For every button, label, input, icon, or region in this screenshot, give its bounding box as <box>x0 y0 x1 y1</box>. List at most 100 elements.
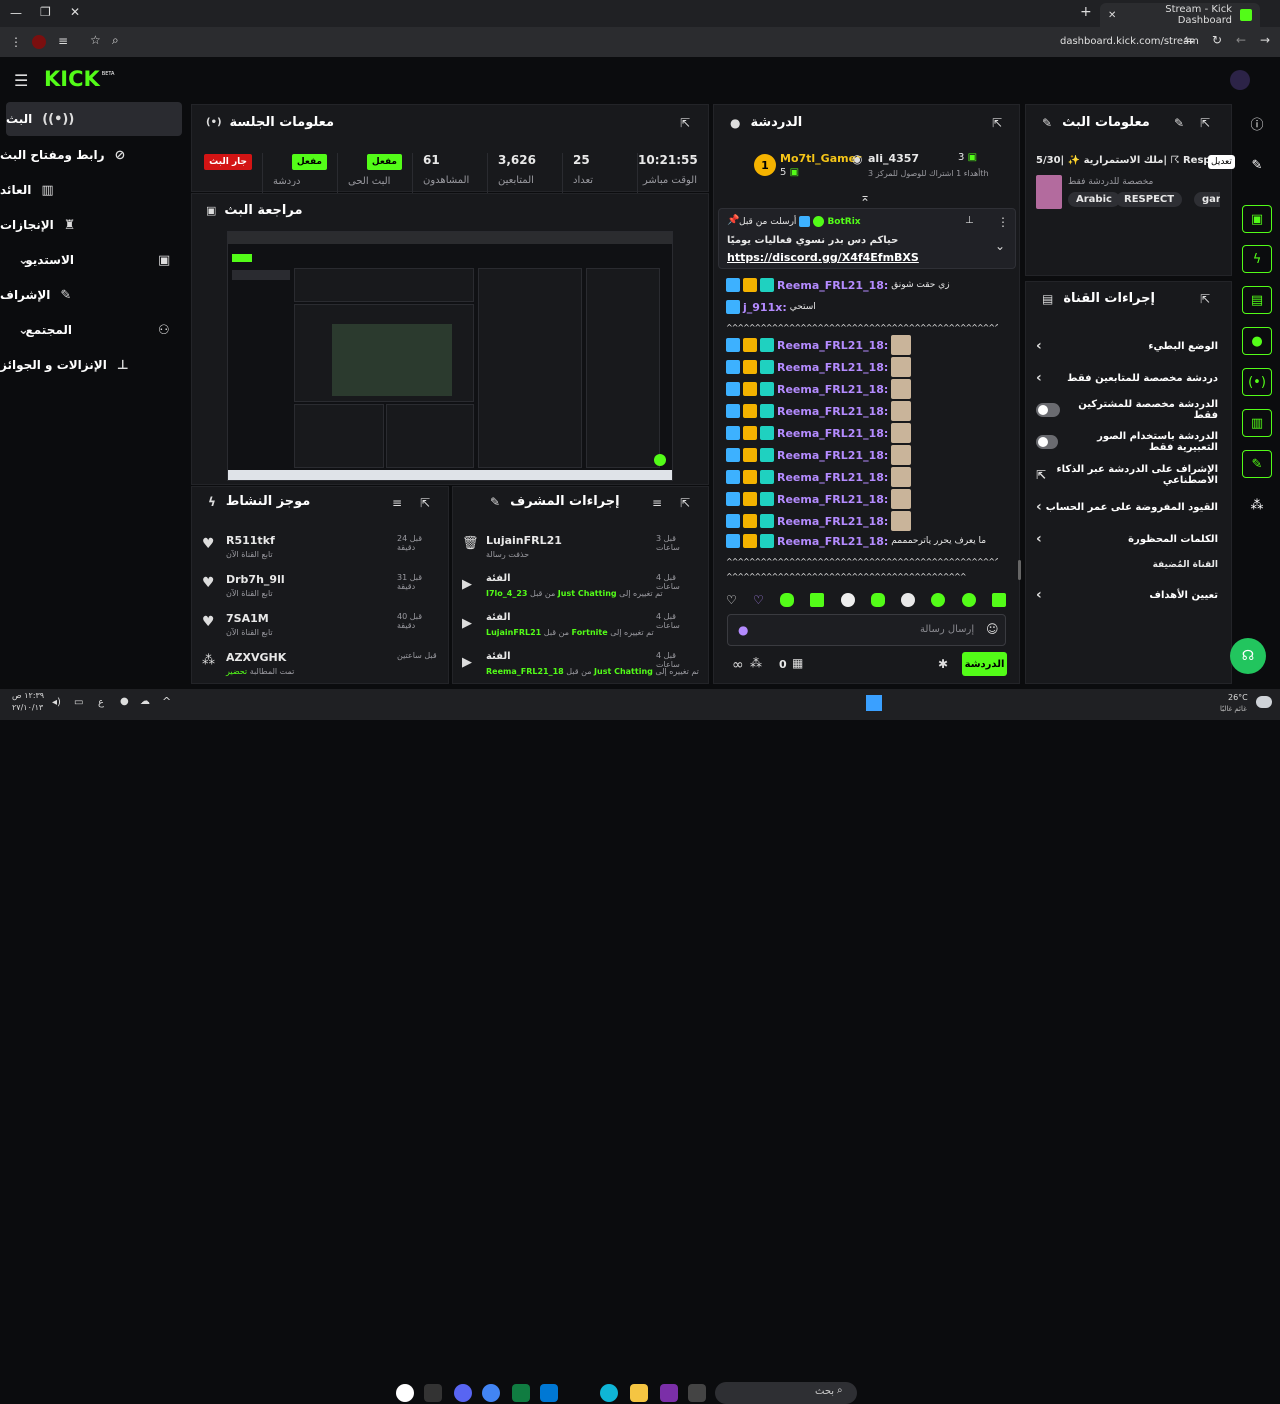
sidebar-item-community[interactable]: ⚇ المجتمع ⌄ <box>0 313 182 347</box>
chat-username[interactable]: Reema_FRL21_18: <box>777 339 888 352</box>
kick-logo[interactable]: KICK BETA <box>44 68 114 90</box>
windows-start-icon[interactable] <box>866 695 882 711</box>
followers-only-row[interactable]: دردشة مخصصة للمتابعين فقط › <box>1036 366 1218 390</box>
emote-icon[interactable] <box>810 593 825 607</box>
folder-icon[interactable] <box>630 1384 648 1402</box>
chat-username[interactable]: Reema_FRL21_18: <box>777 535 888 548</box>
close-tab-icon[interactable]: ✕ <box>1108 10 1116 21</box>
tag[interactable]: RESPECT <box>1116 192 1183 207</box>
send-chat-button[interactable]: الدردشة <box>962 652 1007 676</box>
popout-icon[interactable]: ⇱ <box>680 116 690 130</box>
more-options-icon[interactable]: ⋮ <box>997 215 1009 229</box>
menu-dots-icon[interactable]: ⋮ <box>10 35 22 49</box>
wrench-icon[interactable]: ✎ <box>1242 450 1272 478</box>
emote-icon[interactable]: ♡ <box>753 593 764 607</box>
notes-icon[interactable]: ▤ <box>1242 286 1272 314</box>
settings-gear-icon[interactable]: ✱ <box>938 657 948 671</box>
chat-username[interactable]: Reema_FRL21_18: <box>777 493 888 506</box>
gift-icon[interactable]: ▦ <box>792 656 803 670</box>
user-avatar[interactable] <box>1230 70 1250 90</box>
account-age-row[interactable]: القيود المفروضة على عمر الحساب › <box>1036 495 1218 519</box>
ai-moderation-row[interactable]: الإشراف على الدردشة عبر الذكاء الاصطناعي… <box>1036 463 1218 487</box>
filter-icon[interactable]: ≡ <box>652 496 662 510</box>
emoji-icon[interactable]: ☺ <box>986 622 999 636</box>
volume-icon[interactable]: ◂) <box>52 697 61 708</box>
pin-icon[interactable]: ⊥ <box>965 215 974 226</box>
emote-icon[interactable] <box>780 593 795 607</box>
bookmark-star-icon[interactable]: ☆ <box>90 33 101 47</box>
category-thumbnail[interactable] <box>1036 175 1062 209</box>
edit-icon[interactable]: ✎ <box>1242 151 1272 179</box>
chevron-up-icon[interactable]: ^ <box>162 695 171 708</box>
chat-username[interactable]: Reema_FRL21_18: <box>777 405 888 418</box>
support-button[interactable]: ☊ <box>1230 638 1266 674</box>
new-tab-icon[interactable]: + <box>1080 4 1092 20</box>
sidebar-item-achievements[interactable]: ♜ الإنجازات <box>0 208 182 242</box>
media-icon[interactable]: ≡ <box>58 34 68 48</box>
app-icon[interactable] <box>660 1384 678 1402</box>
browser-tab[interactable]: ✕ Stream - Kick Dashboard <box>1100 3 1260 27</box>
back-icon[interactable]: ← <box>1236 33 1246 47</box>
sidebar-item-stream-key[interactable]: ⊘ رابط ومفتاح البث <box>0 138 182 172</box>
chrome-icon[interactable] <box>482 1384 500 1402</box>
url-field[interactable]: dashboard.kick.com/stream <box>1060 36 1199 47</box>
channel-icon[interactable]: ▥ <box>1242 409 1272 437</box>
profile-avatar[interactable] <box>32 35 46 49</box>
sidebar-item-drops[interactable]: ⊥ الإنزالات و الجوائز <box>0 348 182 382</box>
chevron-down-icon[interactable]: ⌄ <box>995 239 1005 253</box>
restore-icon[interactable]: ❐ <box>40 5 51 19</box>
app-icon[interactable] <box>512 1384 530 1402</box>
set-goals-row[interactable]: تعيين الأهداف › <box>1036 583 1218 607</box>
taskbar-search[interactable]: بحث ⌕ <box>715 1382 857 1404</box>
cloud-icon[interactable]: ☁ <box>140 696 150 707</box>
emote-icon[interactable] <box>901 593 916 607</box>
emote-icon[interactable] <box>991 593 1006 607</box>
drops-icon[interactable]: ⁂ <box>750 656 762 670</box>
zoom-icon[interactable]: ⌕ <box>112 33 119 48</box>
chat-scrollbar[interactable] <box>1018 560 1021 580</box>
info-icon[interactable]: ⓘ <box>1242 109 1272 137</box>
site-settings-icon[interactable]: ⇋ <box>1184 33 1194 47</box>
chat-input[interactable]: ● إرسال رسالة ☺ <box>727 614 1006 646</box>
tag[interactable]: gaming <box>1194 192 1220 207</box>
pinned-message[interactable]: 📌 أرسلت من قبل BotRix ⊥ ⋮ حياكم دس بدر ن… <box>718 208 1016 269</box>
emote-icon[interactable]: ♡ <box>726 593 737 607</box>
sidebar-item-studio[interactable]: ▣ الاستديو ⌄ <box>0 243 182 277</box>
banned-words-row[interactable]: الكلمات المحظورة › <box>1036 527 1218 551</box>
popout-icon[interactable]: ⇱ <box>1200 116 1210 130</box>
forward-icon[interactable]: → <box>1260 33 1270 47</box>
subscribers-only-row[interactable]: الدردشة مخصصة للمشتركين فقط <box>1036 398 1218 422</box>
chat-username[interactable]: Reema_FRL21_18: <box>777 515 888 528</box>
emote-icon[interactable] <box>870 593 885 607</box>
chat-username[interactable]: Reema_FRL21_18: <box>777 279 888 292</box>
app-icon[interactable] <box>540 1384 558 1402</box>
broadcast-icon[interactable]: (•) <box>1242 368 1272 396</box>
language-icon[interactable]: ع <box>98 697 104 708</box>
subscribers-only-toggle[interactable] <box>1036 403 1061 417</box>
popout-icon[interactable]: ⇱ <box>680 496 690 510</box>
network-icon[interactable]: ▭ <box>74 697 83 708</box>
sidebar-item-moderation[interactable]: ✎ الإشراف <box>0 278 182 312</box>
mic-icon[interactable]: ● <box>120 696 129 707</box>
drops-icon[interactable]: ⁂ <box>1242 491 1272 519</box>
emote-only-row[interactable]: الدردشة باستخدام الصور التعبيرية فقط <box>1036 430 1218 454</box>
sidebar-item-revenue[interactable]: ▥ العائد <box>0 173 182 207</box>
edit-pencil-icon[interactable]: ✎ <box>1174 116 1184 130</box>
emote-icon[interactable] <box>961 593 976 607</box>
reload-icon[interactable]: ↻ <box>1212 33 1222 47</box>
stream-preview-video[interactable] <box>227 231 673 481</box>
edge-icon[interactable] <box>600 1384 618 1402</box>
chat-username[interactable]: Reema_FRL21_18: <box>777 383 888 396</box>
emote-icon[interactable] <box>931 593 946 607</box>
lightning-icon[interactable]: ϟ <box>1242 245 1272 273</box>
popout-icon[interactable]: ⇱ <box>992 116 1002 130</box>
chat-username[interactable]: Reema_FRL21_18: <box>777 361 888 374</box>
collapse-icon[interactable]: ⌅ <box>860 190 870 204</box>
app-icon[interactable] <box>454 1384 472 1402</box>
top-user[interactable]: ◉ ali_4357 3 ▣ أهداء 1 اشتراك للوصول للم… <box>852 152 989 182</box>
chat-bubble-icon[interactable]: ● <box>1242 327 1272 355</box>
sidebar-item-stream[interactable]: ((•)) البث <box>6 102 182 136</box>
app-icon[interactable] <box>424 1384 442 1402</box>
slow-mode-row[interactable]: الوضع البطيء › <box>1036 334 1218 358</box>
filter-icon[interactable]: ≡ <box>392 496 402 510</box>
